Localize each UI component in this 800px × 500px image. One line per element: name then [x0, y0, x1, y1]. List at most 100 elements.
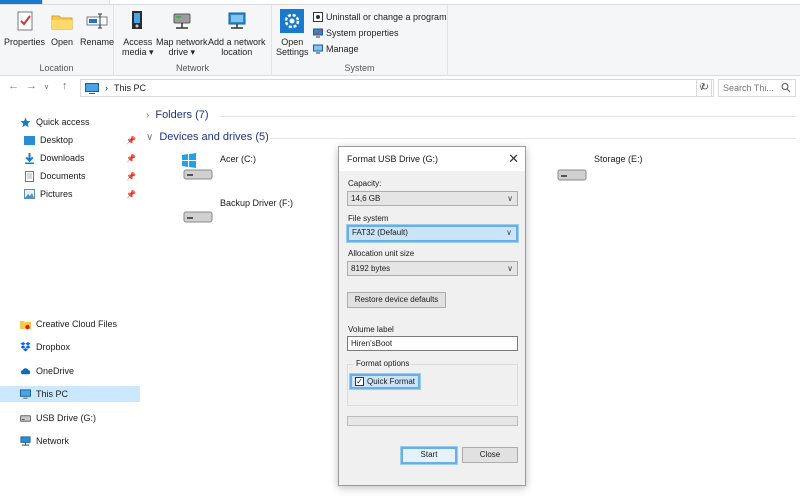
nav-item-downloads[interactable]: Downloads 📌	[0, 150, 140, 166]
address-path: This PC	[114, 83, 147, 93]
media-icon	[131, 11, 142, 29]
navigation-bar: ← → ∨ ↑ › This PC ∨ ↻ Search Thi...	[0, 77, 800, 99]
open-folder-icon	[51, 15, 73, 30]
devices-section-header[interactable]: ∨ Devices and drives (5)	[146, 131, 269, 143]
pin-icon[interactable]: 📌	[126, 190, 136, 199]
creative-cloud-folder-icon	[20, 319, 31, 330]
nav-label: Network	[36, 436, 70, 446]
filesystem-label: File system	[348, 214, 389, 223]
search-icon	[781, 83, 791, 93]
nav-label: Dropbox	[36, 342, 71, 352]
open-settings-button[interactable]: Open Settings	[276, 9, 309, 57]
nav-label: Documents	[40, 171, 86, 181]
section-divider	[220, 116, 796, 117]
properties-label: Properties	[4, 37, 46, 47]
address-field[interactable]: › This PC ∨	[80, 79, 712, 97]
nav-item-network[interactable]: Network	[0, 433, 140, 449]
pictures-icon	[24, 189, 35, 200]
recent-locations-chevron-icon[interactable]: ∨	[44, 83, 49, 91]
access-media-button[interactable]: Access media ▾	[122, 9, 154, 57]
nav-item-usb-drive[interactable]: USB Drive (G:)	[0, 410, 140, 426]
quick-format-checkbox[interactable]: ✓ Quick Format	[350, 374, 421, 389]
chevron-down-icon: ∨	[146, 131, 154, 143]
drive-name: Acer (C:)	[220, 154, 256, 164]
format-options-group: Format options ✓ Quick Format	[347, 359, 518, 406]
refresh-icon[interactable]: ↻	[696, 79, 714, 97]
format-progress-bar	[347, 416, 518, 426]
volume-label: Volume label	[348, 325, 394, 334]
documents-icon	[24, 170, 35, 182]
nav-item-quick-access[interactable]: Quick access	[0, 114, 140, 130]
open-label: Open	[50, 37, 74, 47]
forward-arrow-icon[interactable]: →	[26, 80, 37, 92]
settings-gear-icon	[280, 9, 305, 33]
nav-label: Downloads	[40, 153, 85, 163]
nav-item-onedrive[interactable]: OneDrive	[0, 363, 140, 379]
add-network-location-button[interactable]: Add a network location	[208, 9, 266, 57]
nav-label: USB Drive (G:)	[36, 413, 97, 423]
folders-header-label: Folders (7)	[155, 109, 209, 121]
close-button[interactable]: Close	[462, 447, 518, 463]
add-location-label-1: Add a network	[208, 37, 266, 47]
capacity-select[interactable]: 14,6 GB ∨	[347, 191, 518, 206]
nav-item-documents[interactable]: Documents 📌	[0, 168, 140, 184]
open-settings-label-2: Settings	[276, 47, 309, 57]
nav-item-creative-cloud[interactable]: Creative Cloud Files	[0, 316, 140, 332]
nav-item-this-pc[interactable]: This PC	[0, 386, 140, 402]
drive-backup-f[interactable]: Backup Driver (F:)	[180, 196, 293, 226]
format-dialog: Format USB Drive (G:) ✕ Capacity: 14,6 G…	[338, 146, 526, 486]
capacity-label: Capacity:	[348, 179, 382, 188]
network-drive-icon	[173, 13, 191, 29]
restore-defaults-button[interactable]: Restore device defaults	[347, 292, 446, 308]
volume-value: Hiren'sBoot	[351, 339, 393, 348]
ribbon: Properties Open Rename Location Access m…	[0, 4, 800, 76]
drive-acer-c[interactable]: Acer (C:)	[180, 152, 256, 182]
nav-item-desktop[interactable]: Desktop 📌	[0, 132, 140, 148]
nav-label: OneDrive	[36, 366, 75, 376]
properties-button[interactable]: Properties	[4, 9, 45, 47]
hard-drive-icon	[183, 211, 213, 223]
this-pc-icon	[20, 389, 31, 400]
rename-button[interactable]: Rename	[80, 9, 114, 47]
system-properties-button[interactable]: System properties	[313, 28, 399, 38]
dialog-titlebar: Format USB Drive (G:) ✕	[339, 147, 525, 171]
volume-label-input[interactable]: Hiren'sBoot	[347, 336, 518, 351]
allocation-value: 8192 bytes	[351, 264, 391, 273]
map-network-drive-button[interactable]: Map network drive ▾	[156, 9, 208, 57]
back-arrow-icon[interactable]: ←	[8, 80, 19, 92]
allocation-label: Allocation unit size	[348, 249, 415, 258]
dropbox-icon	[20, 342, 31, 353]
open-button[interactable]: Open	[50, 9, 74, 47]
properties-icon	[17, 11, 33, 31]
nav-item-pictures[interactable]: Pictures 📌	[0, 186, 140, 202]
chevron-down-icon: ∨	[507, 264, 513, 273]
nav-item-dropbox[interactable]: Dropbox	[0, 339, 140, 355]
star-icon	[20, 117, 31, 128]
devices-header-label: Devices and drives (5)	[159, 131, 269, 143]
nav-label: Pictures	[40, 189, 73, 199]
pin-icon[interactable]: 📌	[126, 172, 136, 181]
desktop-icon	[24, 135, 35, 146]
pin-icon[interactable]: 📌	[126, 154, 136, 163]
search-box[interactable]: Search Thi...	[718, 79, 796, 97]
up-arrow-icon[interactable]: ↑	[62, 80, 68, 92]
navigation-pane: Quick access Desktop 📌 Downloads 📌 Docum…	[0, 100, 140, 500]
nav-label: This PC	[36, 389, 69, 399]
add-location-label-2: location	[221, 47, 253, 57]
uninstall-program-button[interactable]: Uninstall or change a program	[313, 12, 447, 22]
search-placeholder: Search Thi...	[723, 83, 774, 93]
rename-icon	[86, 13, 108, 29]
drive-storage-e[interactable]: Storage (E:)	[554, 152, 643, 182]
start-button[interactable]: Start	[401, 447, 457, 464]
filesystem-select[interactable]: FAT32 (Default) ∨	[347, 225, 518, 242]
folders-section-header[interactable]: › Folders (7)	[146, 109, 209, 121]
manage-button[interactable]: Manage	[313, 44, 359, 54]
pin-icon[interactable]: 📌	[126, 136, 136, 145]
ribbon-group-location: Properties Open Rename Location	[0, 5, 114, 76]
close-icon[interactable]: ✕	[508, 151, 519, 167]
this-pc-icon	[85, 82, 99, 94]
allocation-select[interactable]: 8192 bytes ∨	[347, 261, 518, 276]
uninstall-label: Uninstall or change a program	[326, 12, 447, 22]
nav-label: Creative Cloud Files	[36, 319, 118, 329]
system-properties-icon	[313, 28, 323, 38]
